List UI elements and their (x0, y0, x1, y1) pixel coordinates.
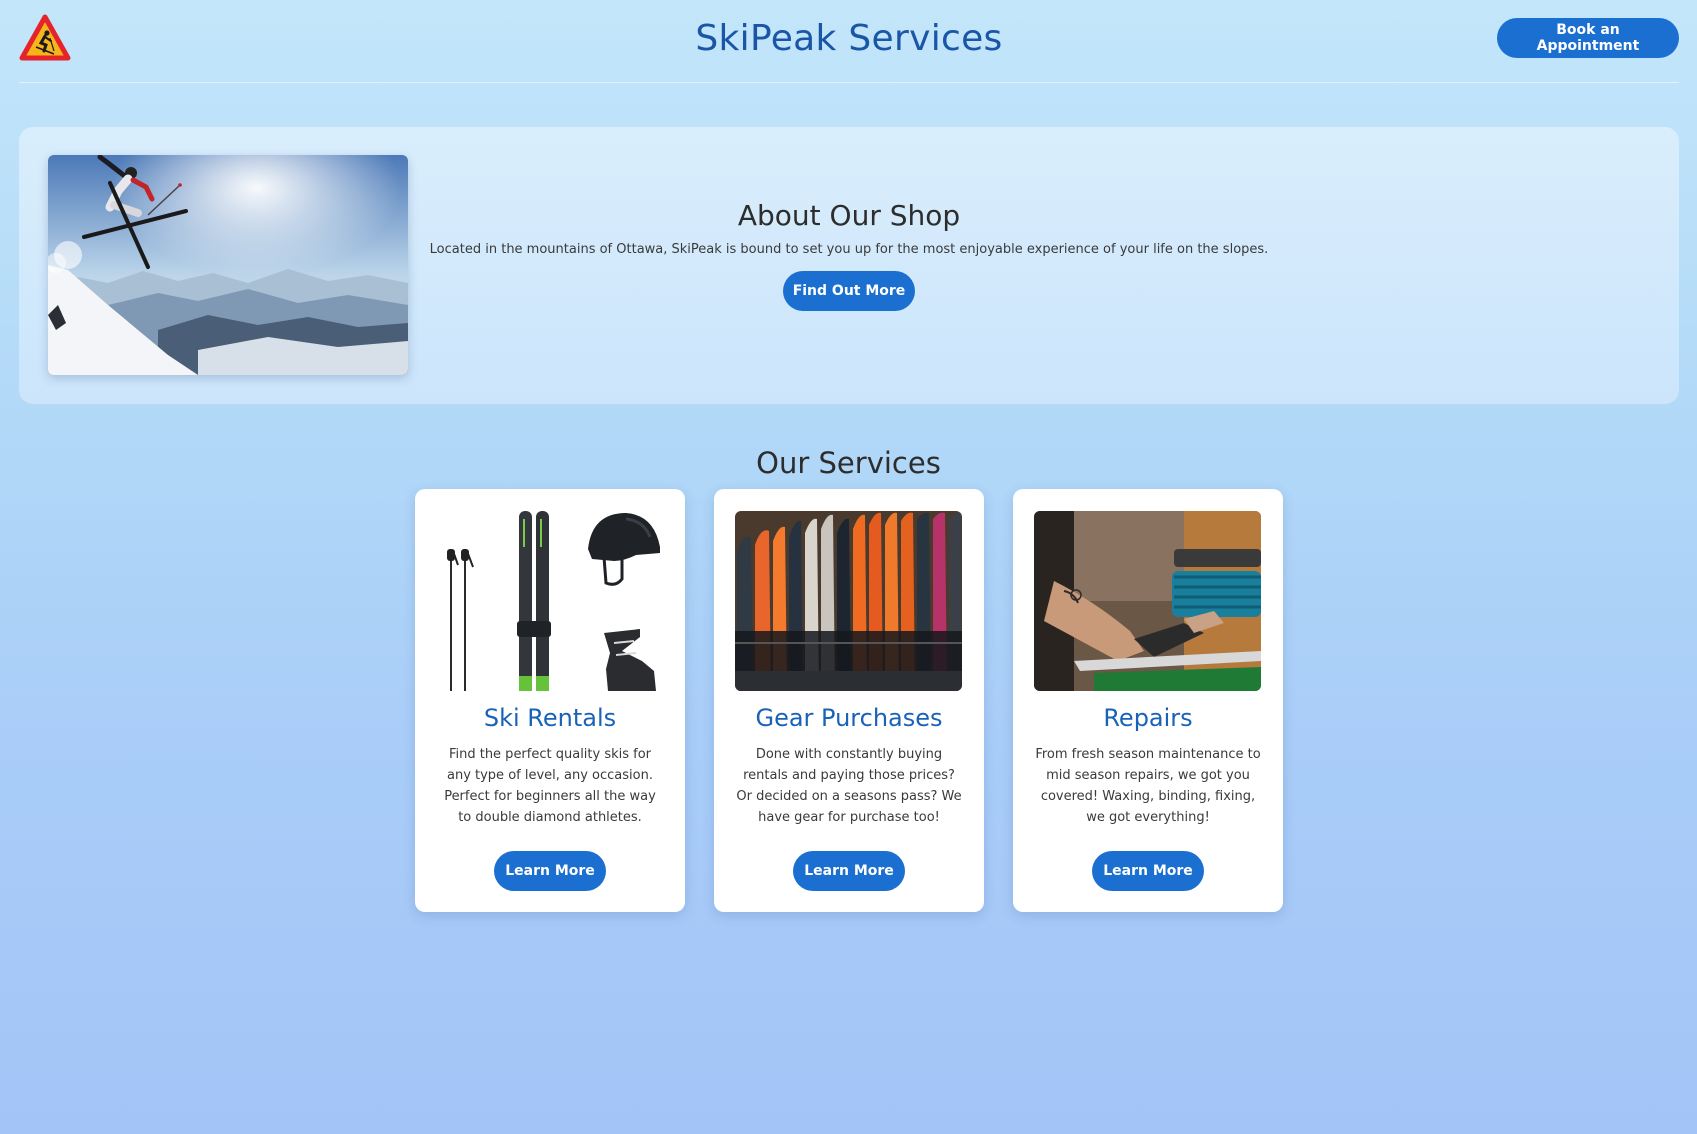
ski-rack-photo (735, 511, 962, 691)
site-header: SkiPeak Services Book an Appointment (19, 0, 1679, 83)
ski-repair-photo (1034, 511, 1261, 691)
site-title: SkiPeak Services (695, 18, 1003, 59)
about-text-block: About Our Shop Located in the mountains … (429, 199, 1269, 311)
about-description: Located in the mountains of Ottawa, SkiP… (429, 242, 1269, 257)
service-card-title: Repairs (1103, 704, 1193, 732)
services-title: Our Services (756, 446, 941, 480)
service-card-gear-purchases: Gear Purchases Done with constantly buyi… (714, 489, 984, 912)
about-section: About Our Shop Located in the mountains … (19, 127, 1679, 404)
learn-more-button[interactable]: Learn More (1092, 851, 1204, 891)
service-card-title: Gear Purchases (755, 704, 943, 732)
ski-equipment-photo (436, 511, 663, 691)
service-card-title: Ski Rentals (483, 704, 617, 732)
learn-more-button[interactable]: Learn More (793, 851, 905, 891)
service-card-description: From fresh season maintenance to mid sea… (1035, 747, 1261, 825)
service-card-description: Done with constantly buying rentals and … (736, 747, 962, 825)
book-appointment-button[interactable]: Book an Appointment (1497, 18, 1679, 58)
service-card-repairs: Repairs From fresh season maintenance to… (1013, 489, 1283, 912)
learn-more-button[interactable]: Learn More (494, 851, 606, 891)
skier-jumping-mountain-photo (48, 155, 408, 375)
service-card-description: Find the perfect quality skis for any ty… (444, 747, 656, 825)
find-out-more-button[interactable]: Find Out More (783, 271, 915, 311)
about-title: About Our Shop (737, 199, 961, 232)
service-card-ski-rentals: Ski Rentals Find the perfect quality ski… (415, 489, 685, 912)
